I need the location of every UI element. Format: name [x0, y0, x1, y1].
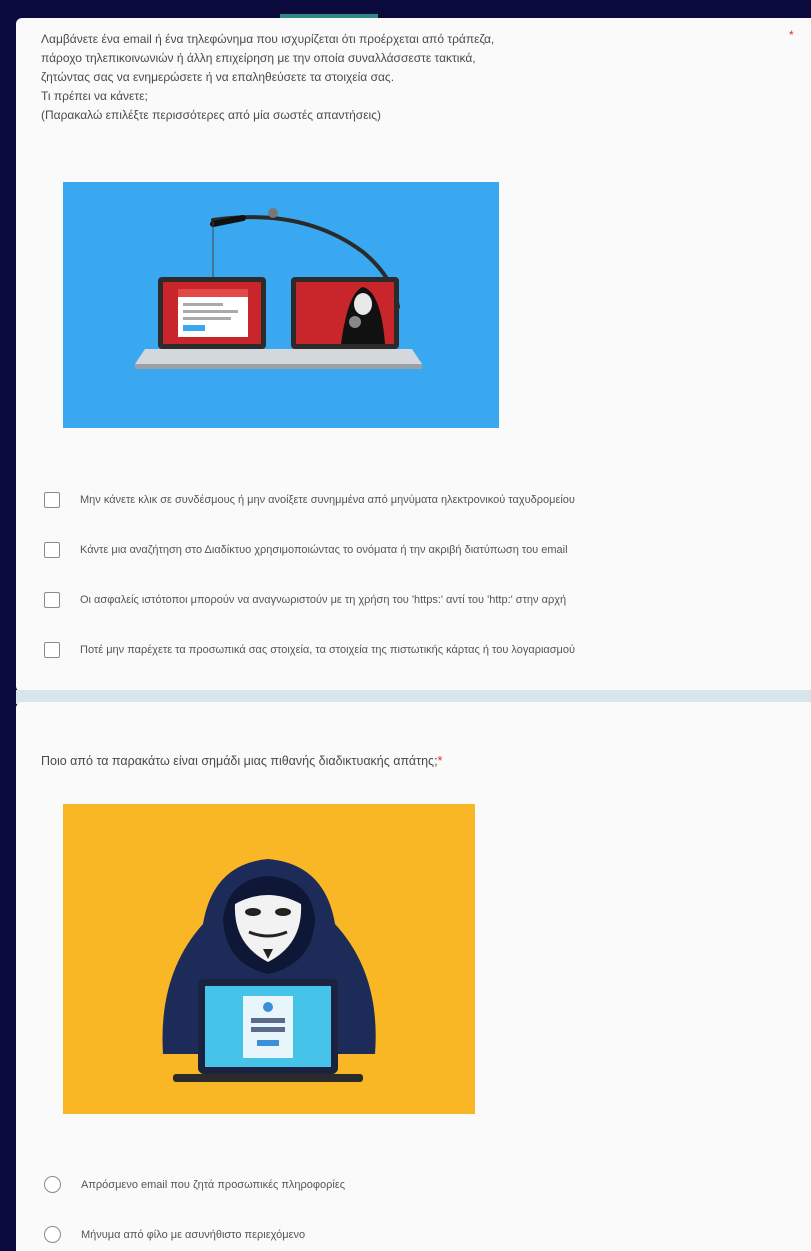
required-asterisk: *: [437, 754, 443, 768]
phishing-illustration: [135, 208, 422, 369]
option-label: Κάντε μια αναζήτηση στο Διαδίκτυο χρησιμ…: [80, 544, 568, 556]
question-card-2: Ποιο από τα παρακάτω είναι σημάδι μιας π…: [16, 702, 811, 1251]
required-asterisk: *: [789, 28, 794, 42]
question-1-text: Λαμβάνετε ένα email ή ένα τηλεφώνημα που…: [41, 30, 781, 125]
option-label: Μήνυμα από φίλο με ασυνήθιστο περιεχόμεν…: [81, 1228, 306, 1241]
checkbox-icon[interactable]: [44, 592, 60, 608]
checkbox-option-3[interactable]: Οι ασφαλείς ιστότοποι μπορούν να αναγνωρ…: [44, 592, 811, 608]
radio-icon[interactable]: [44, 1176, 61, 1193]
question-1-line: πάροχο τηλεπικοινωνιών ή άλλη επιχείρηση…: [41, 51, 476, 65]
checkbox-option-2[interactable]: Κάντε μια αναζήτηση στο Διαδίκτυο χρησιμ…: [44, 542, 811, 558]
question-1-line: Λαμβάνετε ένα email ή ένα τηλεφώνημα που…: [41, 32, 495, 46]
radio-icon[interactable]: [44, 1226, 61, 1243]
radio-option-2[interactable]: Μήνυμα από φίλο με ασυνήθιστο περιεχόμεν…: [44, 1226, 811, 1243]
phishing-laptops-image: [63, 182, 499, 428]
question-1-line: ζητώντας σας να ενημερώσετε ή να επαληθε…: [41, 70, 395, 84]
option-label: Απρόσμενο email που ζητά προσωπικές πληρ…: [81, 1178, 346, 1191]
option-label: Μην κάνετε κλικ σε συνδέσμους ή μην ανοί…: [80, 494, 575, 506]
question-1-line: (Παρακαλώ επιλέξτε περισσότερες από μία …: [41, 108, 382, 122]
radio-option-1[interactable]: Απρόσμενο email που ζητά προσωπικές πληρ…: [44, 1176, 811, 1193]
question-2-title: Ποιο από τα παρακάτω είναι σημάδι μιας π…: [41, 752, 781, 771]
option-label: Ποτέ μην παρέχετε τα προσωπικά σας στοιχ…: [80, 644, 576, 656]
option-label: Οι ασφαλείς ιστότοποι μπορούν να αναγνωρ…: [80, 594, 567, 606]
hacker-image: [63, 804, 475, 1114]
hacker-illustration: [162, 859, 376, 1082]
question-card-1: Λαμβάνετε ένα email ή ένα τηλεφώνημα που…: [16, 18, 811, 692]
checkbox-option-4[interactable]: Ποτέ μην παρέχετε τα προσωπικά σας στοιχ…: [44, 642, 811, 658]
checkbox-icon[interactable]: [44, 542, 60, 558]
checkbox-option-1[interactable]: Μην κάνετε κλικ σε συνδέσμους ή μην ανοί…: [44, 492, 811, 508]
checkbox-icon[interactable]: [44, 642, 60, 658]
question-1-line: Τι πρέπει να κάνετε;: [41, 89, 148, 103]
checkbox-icon[interactable]: [44, 492, 60, 508]
question-2-text: Ποιο από τα παρακάτω είναι σημάδι μιας π…: [41, 754, 438, 768]
